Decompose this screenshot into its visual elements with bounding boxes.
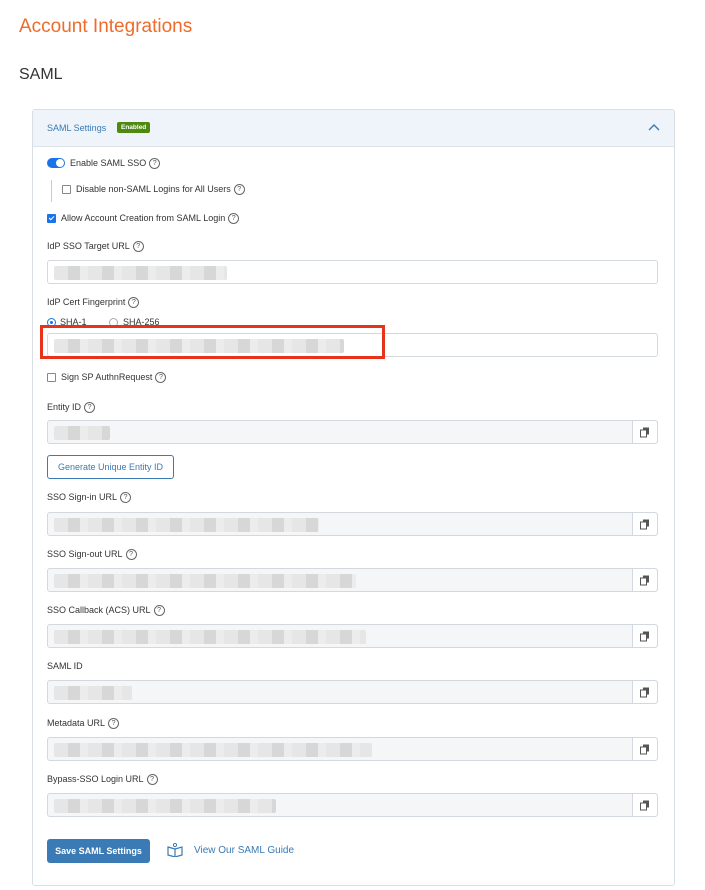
copy-icon [640, 519, 649, 530]
chevron-up-icon[interactable] [646, 120, 662, 136]
disable-non-saml-checkbox[interactable] [62, 185, 71, 194]
indent-divider [51, 180, 52, 202]
enable-saml-sso-label: Enable SAML SSO? [70, 158, 161, 170]
entity-id-input[interactable] [47, 420, 658, 444]
sso-signout-url-label: SSO Sign-out URL? [47, 549, 137, 561]
enable-saml-sso-toggle[interactable] [47, 158, 65, 168]
copy-icon [640, 427, 649, 438]
help-icon[interactable]: ? [125, 549, 137, 561]
saml-id-label: SAML ID [47, 661, 83, 671]
idp-target-url-input[interactable] [47, 260, 658, 284]
copy-button[interactable] [632, 513, 657, 535]
generate-entity-id-button[interactable]: Generate Unique Entity ID [47, 455, 174, 479]
sso-callback-url-input[interactable] [47, 624, 658, 648]
copy-button[interactable] [632, 681, 657, 703]
panel-title: SAML Settings [47, 123, 107, 133]
allow-account-creation-label: Allow Account Creation from SAML Login? [61, 213, 240, 225]
help-icon[interactable]: ? [108, 718, 120, 730]
disable-non-saml-label: Disable non-SAML Logins for All Users? [76, 184, 245, 196]
sso-callback-url-label: SSO Callback (ACS) URL? [47, 605, 165, 617]
copy-button[interactable] [632, 625, 657, 647]
help-icon[interactable]: ? [84, 402, 96, 414]
highlight-annotation [40, 325, 385, 359]
copy-icon [640, 575, 649, 586]
view-saml-guide-link[interactable]: View Our SAML Guide [194, 845, 294, 856]
sign-sp-authnrequest-label: Sign SP AuthnRequest? [61, 372, 167, 384]
help-icon[interactable]: ? [228, 213, 240, 225]
bypass-sso-url-label: Bypass-SSO Login URL? [47, 774, 158, 786]
help-icon[interactable]: ? [155, 372, 167, 384]
help-icon[interactable]: ? [233, 184, 245, 196]
section-title: SAML [19, 66, 63, 83]
saml-id-input[interactable] [47, 680, 658, 704]
idp-target-url-label: IdP SSO Target URL? [47, 241, 144, 253]
help-icon[interactable]: ? [153, 605, 165, 617]
help-icon[interactable]: ? [146, 774, 158, 786]
help-icon[interactable]: ? [149, 158, 161, 170]
allow-account-creation-checkbox[interactable] [47, 214, 56, 223]
copy-icon [640, 687, 649, 698]
help-icon[interactable]: ? [120, 492, 132, 504]
panel-header[interactable]: SAML Settings Enabled [33, 110, 674, 147]
copy-button[interactable] [632, 569, 657, 591]
sso-signin-url-label: SSO Sign-in URL? [47, 492, 132, 504]
save-saml-settings-button[interactable]: Save SAML Settings [47, 839, 150, 863]
bypass-sso-url-input[interactable] [47, 793, 658, 817]
sso-signin-url-input[interactable] [47, 512, 658, 536]
help-icon[interactable]: ? [128, 297, 140, 309]
copy-icon [640, 744, 649, 755]
copy-button[interactable] [632, 794, 657, 816]
page-title: Account Integrations [19, 16, 193, 37]
status-badge: Enabled [117, 122, 151, 133]
help-icon[interactable]: ? [132, 241, 144, 253]
book-icon[interactable] [167, 843, 183, 857]
metadata-url-input[interactable] [47, 737, 658, 761]
sign-sp-authnrequest-checkbox[interactable] [47, 373, 56, 382]
copy-button[interactable] [632, 738, 657, 760]
copy-button[interactable] [632, 421, 657, 443]
metadata-url-label: Metadata URL? [47, 718, 120, 730]
copy-icon [640, 800, 649, 811]
entity-id-label: Entity ID? [47, 402, 96, 414]
sso-signout-url-input[interactable] [47, 568, 658, 592]
copy-icon [640, 631, 649, 642]
idp-cert-fingerprint-label: IdP Cert Fingerprint? [47, 297, 140, 309]
